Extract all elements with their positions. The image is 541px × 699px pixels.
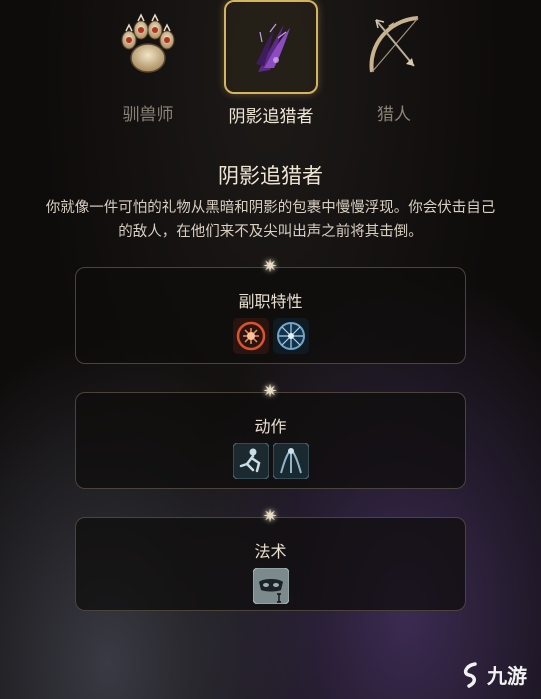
ambush-figure-icon[interactable]: [232, 442, 269, 480]
shadow-step-icon[interactable]: [272, 442, 309, 480]
paw-icon: [102, 0, 194, 92]
fire-sigil-icon[interactable]: [232, 318, 269, 354]
subclass-label: 猎人: [377, 105, 411, 125]
subclass-label: 阴影追猎者: [228, 107, 314, 127]
actions-panel: 动作: [75, 392, 466, 489]
subclass-title: 阴影追猎者: [218, 164, 323, 188]
watermark-logo-icon: [463, 661, 477, 688]
sparkle-icon: ✷: [262, 506, 278, 527]
subclass-gloom-stalker[interactable]: 阴影追猎者: [216, 0, 326, 127]
bow-icon: [348, 0, 440, 92]
watermark-text: 九游: [487, 664, 527, 688]
subclass-hunter[interactable]: 猎人: [339, 0, 449, 125]
disguise-mask-icon[interactable]: [252, 567, 289, 605]
section-title: 动作: [254, 417, 287, 436]
dark-vision-icon[interactable]: [272, 318, 309, 354]
section-title: 副职特性: [238, 292, 303, 311]
subclass-beastmaster[interactable]: 驯兽师: [93, 0, 203, 125]
sparkle-icon: ✷: [262, 256, 278, 277]
sparkle-icon: ✷: [262, 381, 278, 402]
features-panel: 副职特性: [75, 267, 466, 364]
subclass-selector: 驯兽师 阴影追猎者 猎人: [0, 0, 541, 130]
spells-panel: 法术: [75, 517, 466, 611]
subclass-label: 驯兽师: [122, 105, 174, 125]
site-watermark: 九游: [459, 660, 527, 689]
section-title: 法术: [254, 542, 287, 561]
subclass-description: 你就像一件可怕的礼物从黑暗和阴影的包裹中慢慢浮现。你会伏击自己的敌人，在他们来不…: [45, 200, 496, 240]
shadow-claw-icon: [224, 0, 318, 94]
